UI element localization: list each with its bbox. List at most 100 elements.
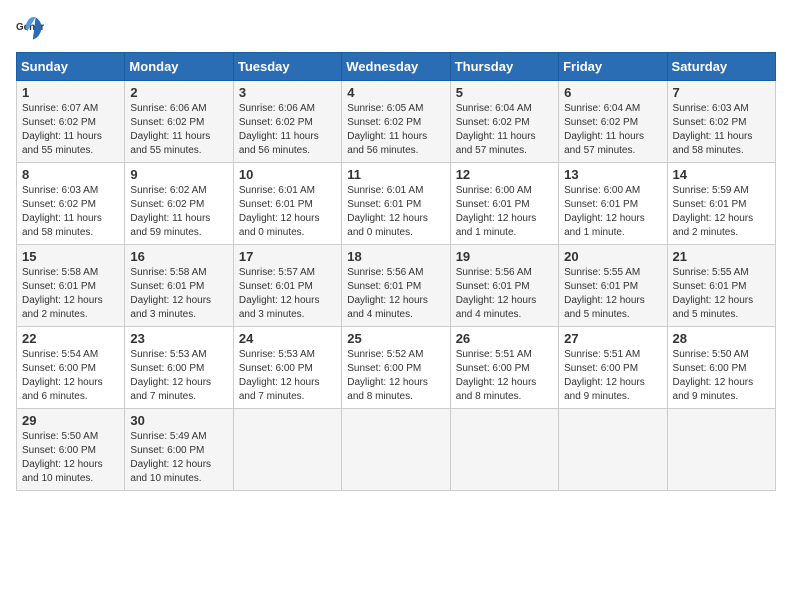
day-info: Sunrise: 5:51 AM Sunset: 6:00 PM Dayligh… bbox=[456, 348, 553, 404]
day-number: 23 bbox=[130, 331, 227, 346]
day-info: Sunrise: 5:54 AM Sunset: 6:00 PM Dayligh… bbox=[22, 348, 119, 404]
calendar-cell: 28Sunrise: 5:50 AM Sunset: 6:00 PM Dayli… bbox=[667, 327, 775, 409]
day-number: 20 bbox=[564, 249, 661, 264]
day-number: 26 bbox=[456, 331, 553, 346]
calendar-week-row: 8 Sunrise: 6:03 AM Sunset: 6:02 PM Daylig… bbox=[17, 163, 776, 245]
calendar-cell: 20 Sunrise: 5:55 AM Sunset: 6:01 PM Dayli… bbox=[559, 245, 667, 327]
calendar-cell: 12 Sunrise: 6:00 AM Sunset: 6:01 PM Dayli… bbox=[450, 163, 558, 245]
day-number: 14 bbox=[673, 167, 770, 182]
day-number: 4 bbox=[347, 85, 444, 100]
day-info: Sunrise: 6:04 AM Sunset: 6:02 PM Dayligh… bbox=[564, 102, 661, 158]
calendar-cell: 4 Sunrise: 6:05 AM Sunset: 6:02 PM Daylig… bbox=[342, 81, 450, 163]
day-number: 30 bbox=[130, 413, 227, 428]
day-number: 10 bbox=[239, 167, 336, 182]
calendar-header-row: SundayMondayTuesdayWednesdayThursdayFrid… bbox=[17, 53, 776, 81]
calendar-cell: 2Sunrise: 6:06 AM Sunset: 6:02 PM Daylig… bbox=[125, 81, 233, 163]
day-number: 28 bbox=[673, 331, 770, 346]
day-info: Sunrise: 5:56 AM Sunset: 6:01 PM Dayligh… bbox=[347, 266, 444, 322]
day-number: 6 bbox=[564, 85, 661, 100]
day-number: 16 bbox=[130, 249, 227, 264]
calendar-cell: 24 Sunrise: 5:53 AM Sunset: 6:00 PM Dayli… bbox=[233, 327, 341, 409]
header-monday: Monday bbox=[125, 53, 233, 81]
day-number: 15 bbox=[22, 249, 119, 264]
logo: General bbox=[16, 16, 48, 44]
calendar-cell: 30Sunrise: 5:49 AM Sunset: 6:00 PM Dayli… bbox=[125, 409, 233, 491]
calendar-cell bbox=[233, 409, 341, 491]
calendar-cell: 21 Sunrise: 5:55 AM Sunset: 6:01 PM Dayli… bbox=[667, 245, 775, 327]
day-info: Sunrise: 6:00 AM Sunset: 6:01 PM Dayligh… bbox=[456, 184, 553, 240]
day-number: 12 bbox=[456, 167, 553, 182]
calendar-cell: 8 Sunrise: 6:03 AM Sunset: 6:02 PM Daylig… bbox=[17, 163, 125, 245]
calendar-cell: 26 Sunrise: 5:51 AM Sunset: 6:00 PM Dayli… bbox=[450, 327, 558, 409]
day-number: 7 bbox=[673, 85, 770, 100]
day-number: 5 bbox=[456, 85, 553, 100]
day-number: 13 bbox=[564, 167, 661, 182]
calendar-table: SundayMondayTuesdayWednesdayThursdayFrid… bbox=[16, 52, 776, 491]
calendar-week-row: 22 Sunrise: 5:54 AM Sunset: 6:00 PM Dayli… bbox=[17, 327, 776, 409]
day-info: Sunrise: 6:03 AM Sunset: 6:02 PM Dayligh… bbox=[22, 184, 119, 240]
calendar-cell: 9Sunrise: 6:02 AM Sunset: 6:02 PM Daylig… bbox=[125, 163, 233, 245]
logo-icon: General bbox=[16, 16, 44, 44]
day-info: Sunrise: 5:59 AM Sunset: 6:01 PM Dayligh… bbox=[673, 184, 770, 240]
day-info: Sunrise: 6:05 AM Sunset: 6:02 PM Dayligh… bbox=[347, 102, 444, 158]
calendar-cell: 19 Sunrise: 5:56 AM Sunset: 6:01 PM Dayli… bbox=[450, 245, 558, 327]
day-info: Sunrise: 6:06 AM Sunset: 6:02 PM Dayligh… bbox=[239, 102, 336, 158]
day-number: 25 bbox=[347, 331, 444, 346]
calendar-cell: 3 Sunrise: 6:06 AM Sunset: 6:02 PM Daylig… bbox=[233, 81, 341, 163]
calendar-cell: 29 Sunrise: 5:50 AM Sunset: 6:00 PM Dayli… bbox=[17, 409, 125, 491]
day-number: 2 bbox=[130, 85, 227, 100]
calendar-cell: 5Sunrise: 6:04 AM Sunset: 6:02 PM Daylig… bbox=[450, 81, 558, 163]
calendar-cell: 11 Sunrise: 6:01 AM Sunset: 6:01 PM Dayli… bbox=[342, 163, 450, 245]
day-number: 29 bbox=[22, 413, 119, 428]
calendar-cell bbox=[342, 409, 450, 491]
day-info: Sunrise: 5:53 AM Sunset: 6:00 PM Dayligh… bbox=[239, 348, 336, 404]
calendar-cell: 22 Sunrise: 5:54 AM Sunset: 6:00 PM Dayli… bbox=[17, 327, 125, 409]
day-info: Sunrise: 5:53 AM Sunset: 6:00 PM Dayligh… bbox=[130, 348, 227, 404]
day-number: 8 bbox=[22, 167, 119, 182]
day-info: Sunrise: 5:57 AM Sunset: 6:01 PM Dayligh… bbox=[239, 266, 336, 322]
day-number: 21 bbox=[673, 249, 770, 264]
header-friday: Friday bbox=[559, 53, 667, 81]
day-info: Sunrise: 5:56 AM Sunset: 6:01 PM Dayligh… bbox=[456, 266, 553, 322]
day-number: 24 bbox=[239, 331, 336, 346]
header-tuesday: Tuesday bbox=[233, 53, 341, 81]
day-number: 17 bbox=[239, 249, 336, 264]
calendar-cell: 14 Sunrise: 5:59 AM Sunset: 6:01 PM Dayli… bbox=[667, 163, 775, 245]
calendar-cell: 23 Sunrise: 5:53 AM Sunset: 6:00 PM Dayli… bbox=[125, 327, 233, 409]
day-info: Sunrise: 5:51 AM Sunset: 6:00 PM Dayligh… bbox=[564, 348, 661, 404]
page-header: General bbox=[16, 16, 776, 44]
day-info: Sunrise: 5:55 AM Sunset: 6:01 PM Dayligh… bbox=[564, 266, 661, 322]
calendar-cell: 10 Sunrise: 6:01 AM Sunset: 6:01 PM Dayli… bbox=[233, 163, 341, 245]
day-info: Sunrise: 6:01 AM Sunset: 6:01 PM Dayligh… bbox=[347, 184, 444, 240]
day-info: Sunrise: 5:58 AM Sunset: 6:01 PM Dayligh… bbox=[22, 266, 119, 322]
header-saturday: Saturday bbox=[667, 53, 775, 81]
day-info: Sunrise: 6:00 AM Sunset: 6:01 PM Dayligh… bbox=[564, 184, 661, 240]
day-info: Sunrise: 6:07 AM Sunset: 6:02 PM Dayligh… bbox=[22, 102, 119, 158]
calendar-cell: 13 Sunrise: 6:00 AM Sunset: 6:01 PM Dayli… bbox=[559, 163, 667, 245]
calendar-cell: 15 Sunrise: 5:58 AM Sunset: 6:01 PM Dayli… bbox=[17, 245, 125, 327]
day-info: Sunrise: 6:01 AM Sunset: 6:01 PM Dayligh… bbox=[239, 184, 336, 240]
day-info: Sunrise: 6:02 AM Sunset: 6:02 PM Dayligh… bbox=[130, 184, 227, 240]
header-thursday: Thursday bbox=[450, 53, 558, 81]
day-number: 27 bbox=[564, 331, 661, 346]
calendar-cell: 1 Sunrise: 6:07 AM Sunset: 6:02 PM Daylig… bbox=[17, 81, 125, 163]
day-number: 22 bbox=[22, 331, 119, 346]
calendar-week-row: 1 Sunrise: 6:07 AM Sunset: 6:02 PM Daylig… bbox=[17, 81, 776, 163]
calendar-cell: 17 Sunrise: 5:57 AM Sunset: 6:01 PM Dayli… bbox=[233, 245, 341, 327]
day-number: 19 bbox=[456, 249, 553, 264]
day-number: 1 bbox=[22, 85, 119, 100]
header-wednesday: Wednesday bbox=[342, 53, 450, 81]
day-number: 11 bbox=[347, 167, 444, 182]
calendar-cell: 7 Sunrise: 6:03 AM Sunset: 6:02 PM Daylig… bbox=[667, 81, 775, 163]
calendar-cell: 6 Sunrise: 6:04 AM Sunset: 6:02 PM Daylig… bbox=[559, 81, 667, 163]
day-info: Sunrise: 5:55 AM Sunset: 6:01 PM Dayligh… bbox=[673, 266, 770, 322]
day-info: Sunrise: 6:03 AM Sunset: 6:02 PM Dayligh… bbox=[673, 102, 770, 158]
calendar-cell: 18Sunrise: 5:56 AM Sunset: 6:01 PM Dayli… bbox=[342, 245, 450, 327]
calendar-week-row: 15 Sunrise: 5:58 AM Sunset: 6:01 PM Dayli… bbox=[17, 245, 776, 327]
header-sunday: Sunday bbox=[17, 53, 125, 81]
calendar-week-row: 29 Sunrise: 5:50 AM Sunset: 6:00 PM Dayli… bbox=[17, 409, 776, 491]
calendar-cell bbox=[667, 409, 775, 491]
day-info: Sunrise: 5:50 AM Sunset: 6:00 PM Dayligh… bbox=[22, 430, 119, 486]
day-number: 3 bbox=[239, 85, 336, 100]
calendar-cell bbox=[450, 409, 558, 491]
